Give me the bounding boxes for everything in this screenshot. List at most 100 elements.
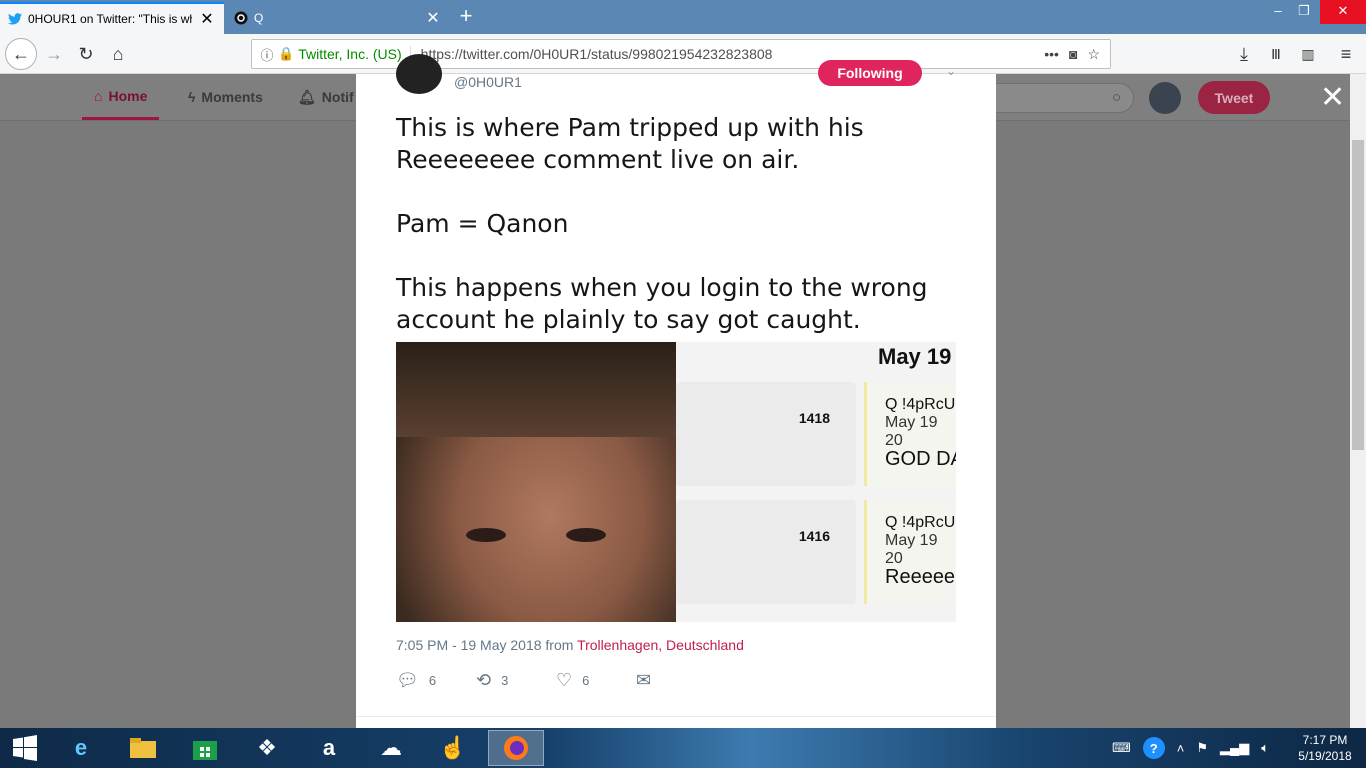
bookmark-star-icon[interactable]: ☆ <box>1087 46 1100 63</box>
firefox-icon[interactable] <box>488 730 544 766</box>
library-icon[interactable]: Ⅲ <box>1262 40 1290 68</box>
list-item: 1416 <box>676 500 856 604</box>
close-icon[interactable]: ✕ <box>1320 83 1345 113</box>
internet-explorer-icon[interactable]: e <box>56 730 106 766</box>
envelope-icon: ✉ <box>636 670 652 690</box>
tab-twitter[interactable]: 0HOUR1 on Twitter: "This is wh ✕ <box>0 2 224 34</box>
face-photo <box>396 342 676 622</box>
tab-title: Q <box>254 11 264 25</box>
retweet-count: 3 <box>501 673 509 688</box>
post-date: May 19 20 <box>885 532 938 567</box>
clock-date: 5/19/2018 <box>1298 749 1352 763</box>
sidebar-icon[interactable]: ▥ <box>1294 40 1322 68</box>
browser-tab-strip: 0HOUR1 on Twitter: "This is wh ✕ Q ✕ + –… <box>0 0 1366 34</box>
direct-message-button[interactable]: ✉ <box>636 670 716 691</box>
twitter-bird-icon <box>8 12 22 26</box>
list-item: 1418 <box>676 382 856 486</box>
menu-icon[interactable]: ≡ <box>1332 40 1360 68</box>
lock-icon: 🔒 <box>278 46 295 61</box>
like-button[interactable]: ♡ 6 <box>556 670 636 691</box>
file-explorer-icon[interactable] <box>118 730 168 766</box>
system-clock[interactable]: 7:17 PM 5/19/2018 <box>1292 732 1358 764</box>
post-date-header: May 19 <box>878 344 952 369</box>
dropbox-icon[interactable]: ❖ <box>242 730 292 766</box>
system-tray: ⌨ ? ˄ ⚑ ▂▄▆ 🔈︎ <box>1112 728 1269 768</box>
site-identity[interactable]: Twitter, Inc. (US) <box>298 46 411 62</box>
heart-icon: ♡ <box>556 670 573 690</box>
post-body: Reeeee <box>885 566 956 588</box>
scrollbar-thumb[interactable] <box>1352 140 1364 450</box>
onedrive-cloud-icon[interactable]: ☁ <box>366 730 416 766</box>
post-date: May 19 20 <box>885 414 938 449</box>
nav-home[interactable]: ⌂ Home <box>82 74 160 120</box>
tweet-text: This is where Pam tripped up with his Re… <box>396 113 928 334</box>
post-author: Q !4pRcU <box>885 396 956 413</box>
nav-notifications[interactable]: 🔔︎ Notif <box>298 74 354 120</box>
amazon-icon[interactable]: a <box>304 730 354 766</box>
like-count: 6 <box>582 673 590 688</box>
reply-count: 6 <box>428 673 437 688</box>
author-avatar[interactable] <box>396 54 442 94</box>
reload-button[interactable]: ↻ <box>72 40 100 68</box>
touch-app-icon[interactable]: ☝ <box>428 730 478 766</box>
post-body: GOD DA <box>885 448 956 470</box>
tweet-media[interactable]: May 19 1418 Q !4pRcU May 19 20 GOD DA 14… <box>396 342 956 622</box>
url-text[interactable]: https://twitter.com/0H0UR1/status/998021… <box>421 46 773 62</box>
volume-icon[interactable]: 🔈︎ <box>1261 740 1269 756</box>
chevron-down-icon[interactable]: ⌄ <box>946 64 956 78</box>
tweet-location[interactable]: Trollenhagen, Deutschland <box>577 637 744 653</box>
reply-icon: 💬︎ <box>396 670 419 690</box>
info-icon[interactable]: ⓘ <box>256 45 278 64</box>
help-icon[interactable]: ? <box>1142 737 1165 759</box>
lightning-icon: ϟ <box>188 89 196 105</box>
avatar[interactable] <box>1149 82 1181 114</box>
clock-time: 7:17 PM <box>1302 733 1348 747</box>
tweet-meta: 7:05 PM - 19 May 2018 from Trollenhagen,… <box>396 637 744 653</box>
retweet-button[interactable]: ⟲ 3 <box>476 670 556 691</box>
retweet-icon: ⟲ <box>476 670 492 690</box>
author-handle[interactable]: @0H0UR1 <box>454 74 522 90</box>
nav-notifications-label: Notif <box>321 89 354 105</box>
tab-title: 0HOUR1 on Twitter: "This is wh <box>28 12 192 26</box>
browser-toolbar: ← → ↻ ⌂ ⓘ 🔒 Twitter, Inc. (US) https://t… <box>0 34 1366 74</box>
home-icon: ⌂ <box>94 87 103 104</box>
forward-button[interactable]: → <box>40 40 68 68</box>
new-tab-button[interactable]: + <box>454 4 478 30</box>
chevron-up-icon[interactable]: ˄ <box>1177 741 1185 756</box>
tweet-card: @0H0UR1 Following ⌄ This is where Pam tr… <box>356 54 996 728</box>
keyboard-icon[interactable]: ⌨ <box>1112 740 1131 756</box>
reply-button[interactable]: 💬︎ 6 <box>396 670 476 691</box>
nav-moments-label: Moments <box>201 89 263 105</box>
store-icon[interactable] <box>180 730 230 766</box>
address-bar[interactable]: ⓘ 🔒 Twitter, Inc. (US) https://twitter.c… <box>251 39 1111 69</box>
network-icon[interactable]: ▂▄▆ <box>1220 740 1249 756</box>
tweet-button[interactable]: Tweet <box>1198 81 1270 114</box>
windows-start-icon[interactable] <box>0 730 50 766</box>
tab-close-icon[interactable]: ✕ <box>198 9 216 29</box>
nav-moments[interactable]: ϟ Moments <box>188 74 263 120</box>
back-button[interactable]: ← <box>5 38 37 70</box>
post-author: Q !4pRcU <box>885 514 956 531</box>
list-item: Q !4pRcU May 19 20 Reeeee <box>864 500 956 604</box>
divider <box>356 716 996 717</box>
list-item: Q !4pRcU May 19 20 GOD DA <box>864 382 956 486</box>
q-post-screenshot: May 19 1418 Q !4pRcU May 19 20 GOD DA 14… <box>676 342 956 622</box>
following-button[interactable]: Following <box>818 60 922 86</box>
tweet-timestamp: 7:05 PM - 19 May 2018 from <box>396 637 578 653</box>
search-icon[interactable]: ○ <box>1112 89 1121 106</box>
tab-close-icon[interactable]: ✕ <box>424 8 442 28</box>
window-close-button[interactable]: ✕ <box>1320 0 1366 24</box>
minimize-button[interactable]: – <box>1264 0 1292 24</box>
restore-button[interactable]: ❐ <box>1290 0 1318 24</box>
flag-icon[interactable]: ⚑ <box>1196 740 1208 756</box>
nav-home-label: Home <box>108 87 148 104</box>
pocket-icon[interactable]: ◙ <box>1069 46 1077 63</box>
home-icon[interactable]: ⌂ <box>104 40 132 68</box>
page-actions-icon[interactable]: ••• <box>1044 46 1059 63</box>
download-icon[interactable]: ⤓ <box>1230 40 1258 68</box>
scrollbar[interactable] <box>1350 74 1366 728</box>
bell-icon: 🔔︎ <box>298 88 316 105</box>
tab-q[interactable]: Q ✕ <box>226 2 450 34</box>
taskbar: e ❖ a ☁ ☝ ⌨ ? ˄ ⚑ ▂▄▆ 🔈︎ 7:17 PM 5/19/20… <box>0 728 1366 768</box>
post-number: 1418 <box>798 410 830 426</box>
